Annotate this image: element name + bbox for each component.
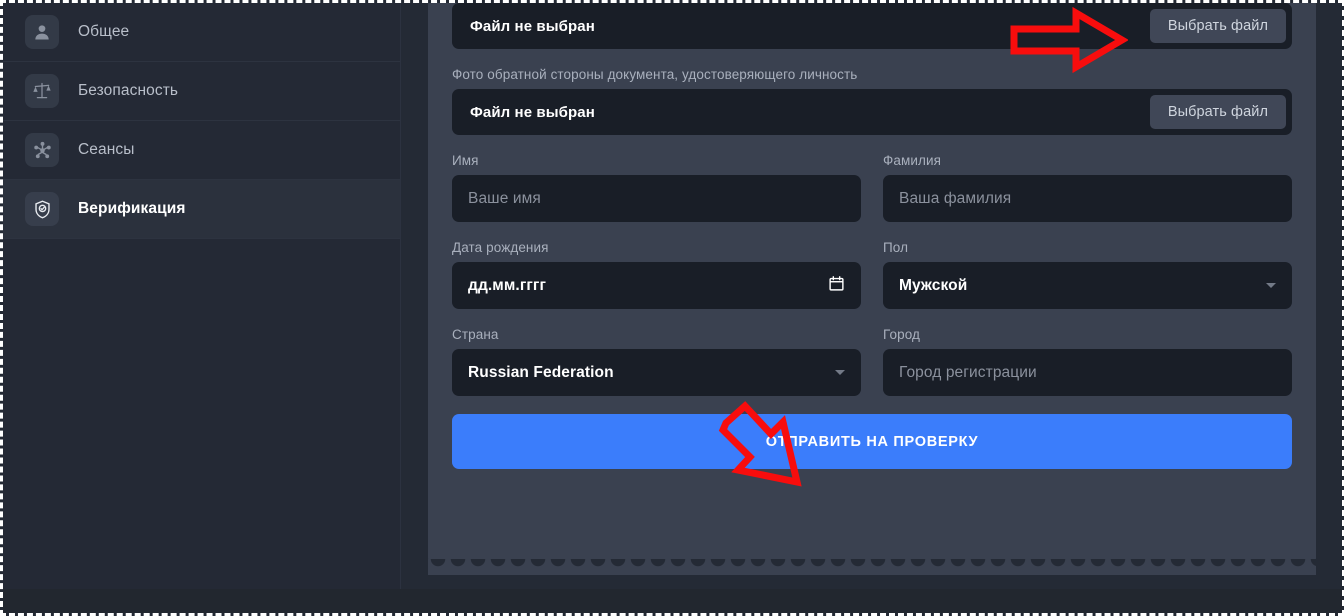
submit-for-verification-button[interactable]: ОТПРАВИТЬ НА ПРОВЕРКУ: [452, 414, 1292, 469]
birth-date-input[interactable]: дд.мм.гггг: [452, 262, 861, 309]
sidebar-item-label: Верификация: [78, 200, 185, 218]
user-icon: [25, 15, 59, 49]
birth-date-placeholder: дд.мм.гггг: [468, 277, 546, 295]
last-name-label: Фамилия: [883, 153, 1292, 168]
verification-form-panel: Файл не выбран Выбрать файл Фото обратно…: [428, 0, 1316, 568]
country-label: Страна: [452, 327, 861, 342]
back-document-label: Фото обратной стороны документа, удостов…: [452, 67, 1292, 82]
calendar-icon[interactable]: [828, 275, 845, 297]
back-document-file-row: Файл не выбран Выбрать файл: [452, 89, 1292, 135]
sessions-icon: [25, 133, 59, 167]
front-document-file-row: Файл не выбран Выбрать файл: [452, 3, 1292, 49]
sidebar-item-sessions[interactable]: Сеансы: [3, 121, 400, 180]
sidebar-item-label: Сеансы: [78, 141, 135, 159]
shield-check-icon: [25, 192, 59, 226]
name-row: Имя Ваше имя Фамилия Ваша фамилия: [452, 153, 1292, 222]
sidebar-item-label: Безопасность: [78, 82, 178, 100]
country-city-row: Страна Russian Federation Город Город ре…: [452, 327, 1292, 396]
birth-gender-row: Дата рождения дд.мм.гггг Пол: [452, 240, 1292, 309]
scales-icon: [25, 74, 59, 108]
gender-value: Мужской: [899, 277, 967, 295]
chevron-down-icon: [1266, 283, 1276, 288]
app-window: Общее Безопасность: [0, 0, 1344, 616]
sidebar-item-security[interactable]: Безопасность: [3, 62, 400, 121]
first-name-placeholder: Ваше имя: [468, 190, 541, 208]
city-placeholder: Город регистрации: [899, 364, 1037, 382]
country-select[interactable]: Russian Federation: [452, 349, 861, 396]
sidebar-item-general[interactable]: Общее: [3, 3, 400, 62]
first-name-label: Имя: [452, 153, 861, 168]
front-document-choose-file-button[interactable]: Выбрать файл: [1150, 9, 1286, 43]
panel-scalloped-edge: [428, 559, 1316, 575]
gender-label: Пол: [883, 240, 1292, 255]
sidebar-item-label: Общее: [78, 23, 129, 41]
country-value: Russian Federation: [468, 364, 614, 382]
birth-date-label: Дата рождения: [452, 240, 861, 255]
last-name-placeholder: Ваша фамилия: [899, 190, 1011, 208]
gender-select[interactable]: Мужской: [883, 262, 1292, 309]
page-bottom-strip: [3, 589, 1342, 613]
back-document-choose-file-button[interactable]: Выбрать файл: [1150, 95, 1286, 129]
first-name-input[interactable]: Ваше имя: [452, 175, 861, 222]
back-document-file-status: Файл не выбран: [470, 104, 595, 121]
sidebar-item-verification[interactable]: Верификация: [3, 180, 400, 239]
front-document-file-status: Файл не выбран: [470, 18, 595, 35]
city-label: Город: [883, 327, 1292, 342]
last-name-input[interactable]: Ваша фамилия: [883, 175, 1292, 222]
settings-sidebar: Общее Безопасность: [3, 3, 401, 613]
city-input[interactable]: Город регистрации: [883, 349, 1292, 396]
chevron-down-icon: [835, 370, 845, 375]
sidebar-empty-area: [3, 251, 400, 613]
